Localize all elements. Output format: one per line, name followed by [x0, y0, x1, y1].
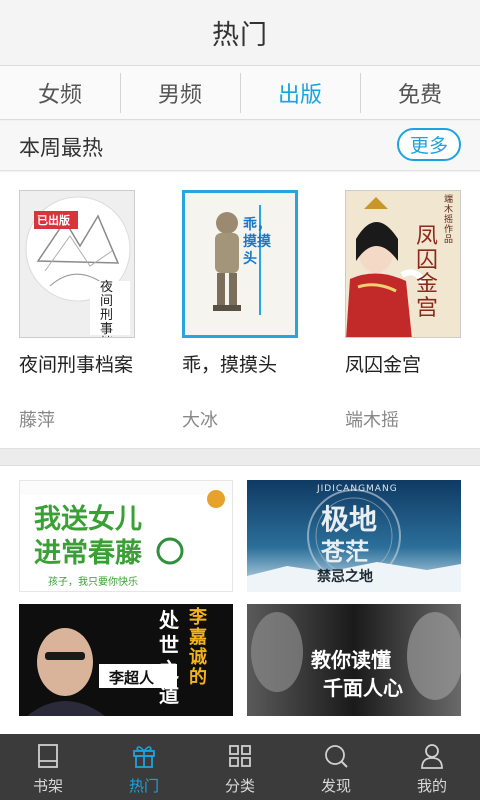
tab-published[interactable]: 出版 — [240, 66, 360, 119]
cover-title: 凤囚金宫 — [416, 224, 439, 321]
grid-icon — [229, 745, 251, 767]
cover-title: 夜间刑事档案 — [100, 280, 114, 338]
weekly-hot-header: 本周最热 更多 — [0, 121, 480, 171]
banner-title-line2: 处世之道 — [159, 608, 179, 707]
top-bar: 热门 — [0, 0, 480, 66]
search-icon — [325, 745, 348, 768]
nav-category[interactable]: 分类 — [192, 734, 288, 800]
banner-subtitle: 禁忌之地 — [317, 569, 373, 585]
cover-title: 乖，摸摸头 — [243, 217, 271, 267]
book-name[interactable]: 夜间刑事档案 — [19, 350, 133, 377]
cover-sub: 端木摇 作品 — [444, 195, 454, 245]
weekly-book-list: 已出版 夜间刑事档案 夜间刑事档案 藤萍 乖，摸摸头 乖，摸摸头 大冰 — [0, 172, 480, 448]
nav-label: 书架 — [32, 777, 63, 795]
banner-author: 李超人 — [109, 669, 155, 687]
banner-title-line1: 教你读懂 — [311, 648, 391, 672]
book-name[interactable]: 乖，摸摸头 — [182, 350, 277, 377]
promo-banners: 我送女儿 进常春藤 孩子，我只要你快乐 JIDICANGMANG 极地 苍茫 禁… — [0, 466, 480, 734]
promo-banner[interactable]: JIDICANGMANG 极地 苍茫 禁忌之地 — [247, 480, 461, 592]
more-button[interactable]: 更多 — [397, 128, 461, 161]
banner-title-line2: 进常春藤 — [34, 538, 142, 569]
section-title: 本周最热 — [19, 136, 103, 160]
bookshelf-icon — [38, 744, 58, 768]
book-cover[interactable]: 已出版 夜间刑事档案 — [19, 190, 135, 338]
bottom-navigation: 书架 热门 分类 发现 我的 — [0, 734, 480, 800]
promo-banner[interactable]: 我送女儿 进常春藤 孩子，我只要你快乐 — [19, 480, 233, 592]
nav-bookshelf[interactable]: 书架 — [0, 734, 96, 800]
banner-title-line2: 千面人心 — [323, 676, 403, 700]
tab-female[interactable]: 女频 — [0, 66, 120, 119]
nav-discover[interactable]: 发现 — [288, 734, 384, 800]
page-title: 热门 — [212, 20, 268, 51]
book-author: 端木摇 — [345, 410, 399, 431]
book-author: 大冰 — [182, 410, 218, 431]
nav-mine[interactable]: 我的 — [384, 734, 480, 800]
book-cover[interactable]: 端木摇 作品 凤囚金宫 — [345, 190, 461, 338]
gift-icon — [133, 746, 155, 768]
banner-latin-title: JIDICANGMANG — [317, 484, 398, 494]
section-divider — [0, 448, 480, 466]
tab-free[interactable]: 免费 — [360, 66, 480, 119]
nav-label: 发现 — [320, 777, 351, 795]
nav-label: 热门 — [128, 777, 159, 795]
banner-tagline: 孩子，我只要你快乐 — [48, 577, 138, 588]
promo-banner[interactable]: 李超人 李嘉诚的 处世之道 — [19, 604, 233, 716]
book-author: 藤萍 — [19, 410, 55, 431]
user-icon — [421, 744, 443, 769]
book-cover[interactable]: 乖，摸摸头 — [182, 190, 298, 338]
book-name[interactable]: 凤囚金宫 — [345, 350, 421, 377]
banner-title-line2: 苍茫 — [321, 538, 369, 566]
promo-banner[interactable]: 教你读懂 千面人心 — [247, 604, 461, 716]
category-tabs: 女频 男频 出版 免费 — [0, 66, 480, 120]
banner-title-line1: 李嘉诚的 — [189, 607, 207, 688]
nav-label: 我的 — [416, 777, 447, 795]
cover-badge: 已出版 — [37, 214, 70, 227]
tab-male[interactable]: 男频 — [120, 66, 240, 119]
nav-label: 分类 — [224, 777, 255, 795]
nav-hot[interactable]: 热门 — [96, 734, 192, 800]
